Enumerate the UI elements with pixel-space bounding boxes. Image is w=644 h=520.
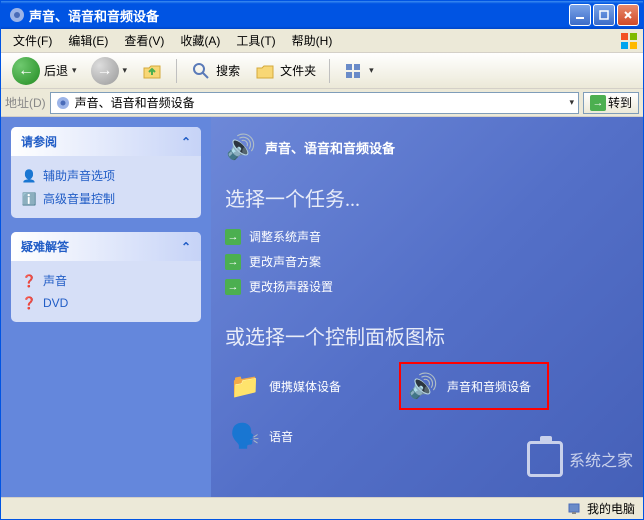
collapse-icon: ⌃: [181, 240, 191, 254]
control-panel-icon: [9, 7, 25, 23]
sidebar-link-label: 辅助声音选项: [43, 167, 115, 184]
speaker-category-icon: 🔊: [225, 131, 257, 163]
address-bar: 地址(D) 声音、语音和音频设备 ▾ → 转到: [1, 89, 643, 117]
menu-view[interactable]: 查看(V): [116, 30, 172, 51]
arrow-icon: →: [225, 254, 241, 270]
sidebar-link-volume[interactable]: ℹ️ 高级音量控制: [21, 187, 191, 210]
search-label: 搜索: [216, 62, 240, 79]
menu-favorites[interactable]: 收藏(A): [172, 30, 228, 51]
up-button[interactable]: [136, 57, 168, 85]
task-label: 更改声音方案: [249, 253, 321, 270]
maximize-button[interactable]: [593, 4, 615, 26]
chevron-down-icon: ▾: [123, 65, 128, 76]
portable-media-icon: 📁: [229, 370, 261, 402]
see-also-title: 请参阅: [21, 133, 57, 150]
my-computer-icon: [567, 502, 581, 516]
folders-button[interactable]: 文件夹: [249, 57, 321, 85]
sidebar-link-label: 声音: [43, 272, 67, 289]
toolbar: ← 后退 ▾ → ▾ 搜索 文件夹 ▾: [1, 53, 643, 89]
menu-help[interactable]: 帮助(H): [284, 30, 341, 51]
search-icon: [190, 60, 212, 82]
help-icon: ❓: [21, 295, 37, 311]
main-panel: 🔊 声音、语音和音频设备 选择一个任务... → 调整系统声音 → 更改声音方案…: [211, 117, 643, 497]
menu-file[interactable]: 文件(F): [5, 30, 60, 51]
back-label: 后退: [44, 62, 68, 79]
see-also-panel: 请参阅 ⌃ 👤 辅助声音选项 ℹ️ 高级音量控制: [11, 127, 201, 218]
menu-tools[interactable]: 工具(T): [228, 30, 283, 51]
chevron-down-icon: ▾: [369, 65, 374, 76]
go-label: 转到: [608, 94, 632, 111]
address-label: 地址(D): [5, 94, 46, 111]
pick-task-heading: 选择一个任务...: [225, 183, 623, 212]
titlebar: 声音、语音和音频设备: [1, 1, 643, 29]
forward-button[interactable]: → ▾: [86, 57, 133, 85]
task-speaker-settings[interactable]: → 更改扬声器设置: [225, 274, 623, 299]
icon-speech[interactable]: 🗣️ 语音: [225, 416, 375, 456]
speech-icon: 🗣️: [229, 420, 261, 452]
icon-label: 语音: [269, 428, 293, 445]
task-adjust-volume[interactable]: → 调整系统声音: [225, 224, 623, 249]
troubleshoot-panel: 疑难解答 ⌃ ❓ 声音 ❓ DVD: [11, 232, 201, 322]
back-button[interactable]: ← 后退 ▾: [7, 57, 82, 85]
help-icon: ❓: [21, 273, 37, 289]
folder-up-icon: [141, 60, 163, 82]
menubar: 文件(F) 编辑(E) 查看(V) 收藏(A) 工具(T) 帮助(H): [1, 29, 643, 53]
icon-label: 便携媒体设备: [269, 378, 341, 395]
pick-icon-heading: 或选择一个控制面板图标: [225, 321, 623, 350]
arrow-icon: →: [225, 279, 241, 295]
go-arrow-icon: →: [590, 95, 606, 111]
arrow-icon: →: [225, 229, 241, 245]
sidebar-link-accessibility[interactable]: 👤 辅助声音选项: [21, 164, 191, 187]
status-text: 我的电脑: [587, 500, 635, 517]
task-sound-scheme[interactable]: → 更改声音方案: [225, 249, 623, 274]
minimize-button[interactable]: [569, 4, 591, 26]
troubleshoot-title: 疑难解答: [21, 238, 69, 255]
views-button[interactable]: ▾: [338, 57, 379, 85]
folders-label: 文件夹: [280, 62, 316, 79]
speaker-icon: 🔊: [407, 370, 439, 402]
icon-label: 声音和音频设备: [447, 378, 531, 395]
windows-logo-icon: [619, 31, 639, 51]
window-title: 声音、语音和音频设备: [29, 6, 569, 25]
chevron-down-icon[interactable]: ▾: [569, 97, 574, 108]
chevron-down-icon: ▾: [72, 65, 77, 76]
info-icon: ℹ️: [21, 191, 37, 207]
status-bar: 我的电脑: [1, 497, 643, 519]
category-title: 声音、语音和音频设备: [265, 138, 395, 157]
views-icon: [343, 60, 365, 82]
address-path: 声音、语音和音频设备: [75, 94, 195, 111]
address-input[interactable]: 声音、语音和音频设备 ▾: [50, 92, 579, 114]
task-label: 调整系统声音: [249, 228, 321, 245]
sidebar: 请参阅 ⌃ 👤 辅助声音选项 ℹ️ 高级音量控制 疑难解答: [1, 117, 211, 497]
folders-icon: [254, 60, 276, 82]
back-arrow-icon: ←: [12, 57, 40, 85]
search-button[interactable]: 搜索: [185, 57, 245, 85]
category-icon: [55, 95, 71, 111]
icon-portable-media[interactable]: 📁 便携媒体设备: [225, 362, 375, 410]
see-also-header[interactable]: 请参阅 ⌃: [11, 127, 201, 156]
sidebar-link-dvd[interactable]: ❓ DVD: [21, 292, 191, 314]
sidebar-link-label: 高级音量控制: [43, 190, 115, 207]
forward-arrow-icon: →: [91, 57, 119, 85]
sidebar-link-sound[interactable]: ❓ 声音: [21, 269, 191, 292]
icon-sound-audio-devices[interactable]: 🔊 声音和音频设备: [399, 362, 549, 410]
accessibility-icon: 👤: [21, 168, 37, 184]
sidebar-link-label: DVD: [43, 296, 68, 310]
menu-edit[interactable]: 编辑(E): [60, 30, 116, 51]
go-button[interactable]: → 转到: [583, 92, 639, 114]
task-label: 更改扬声器设置: [249, 278, 333, 295]
close-button[interactable]: [617, 4, 639, 26]
troubleshoot-header[interactable]: 疑难解答 ⌃: [11, 232, 201, 261]
collapse-icon: ⌃: [181, 135, 191, 149]
